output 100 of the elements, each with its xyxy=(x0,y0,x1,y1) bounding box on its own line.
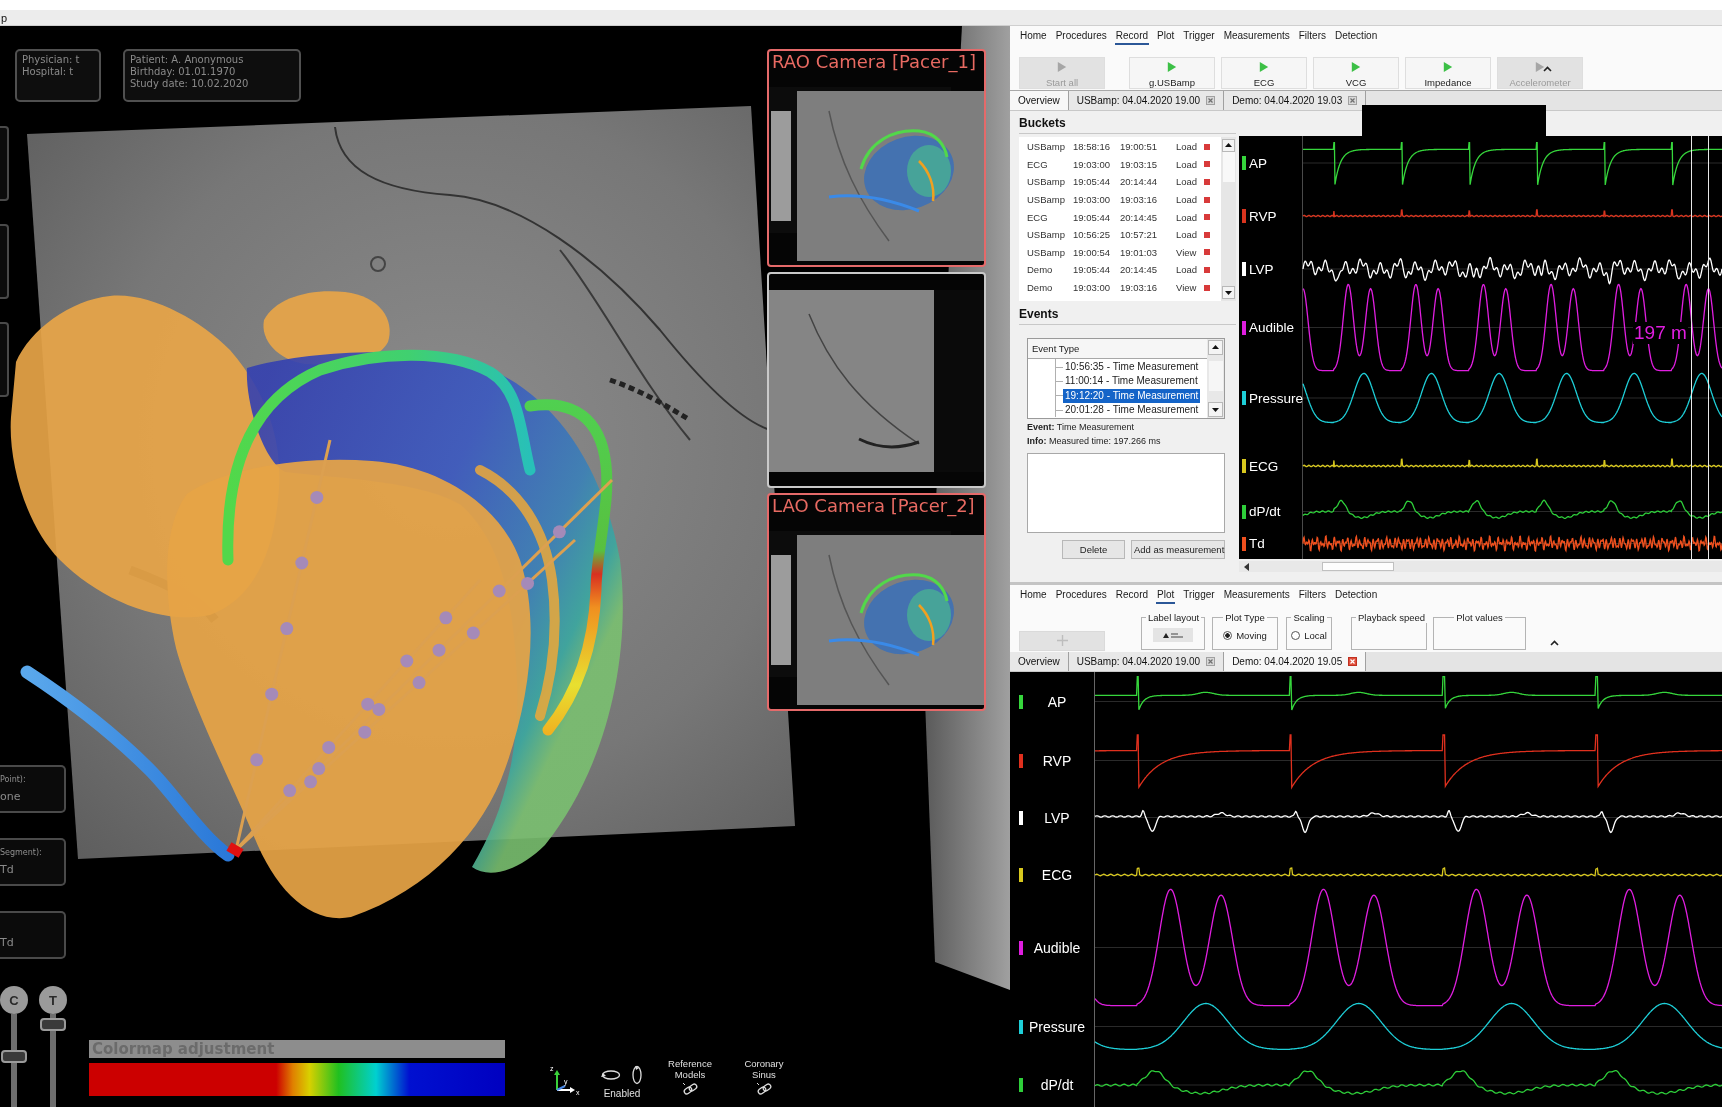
action-link[interactable]: Load xyxy=(1176,211,1204,223)
menu-tab[interactable]: Filters xyxy=(1297,587,1327,604)
play-icon xyxy=(1351,62,1361,72)
radio-icon[interactable] xyxy=(1223,630,1233,640)
toolbar-button[interactable]: Impedance xyxy=(1405,57,1491,89)
scroll-up-icon[interactable] xyxy=(1222,139,1235,152)
action-link[interactable]: Load xyxy=(1176,141,1204,153)
axes-icon xyxy=(554,1070,575,1093)
stop-icon[interactable] xyxy=(1204,161,1210,168)
event-detail: Info: Measured time: 197.266 ms xyxy=(1027,436,1162,447)
menu-tab[interactable]: Trigger xyxy=(1182,28,1216,45)
menu-tab[interactable]: Procedures xyxy=(1054,587,1108,604)
tab[interactable]: Overview xyxy=(1010,91,1069,110)
radio-option[interactable]: Moving xyxy=(1223,629,1267,641)
close-icon[interactable] xyxy=(1348,657,1358,666)
menu-tab[interactable]: Filters xyxy=(1297,28,1327,45)
menu-tab[interactable]: Trigger xyxy=(1182,587,1216,604)
table-cell-text: 19:03:00 xyxy=(1073,158,1111,170)
close-icon[interactable] xyxy=(1206,96,1216,105)
action-link[interactable]: Load xyxy=(1176,264,1204,276)
notes-field[interactable] xyxy=(1027,453,1225,533)
scrollbar-thumb[interactable] xyxy=(1222,152,1235,182)
menu-tab[interactable]: Home xyxy=(1019,587,1048,604)
action-button[interactable]: Delete xyxy=(1062,540,1125,559)
link-icon[interactable] xyxy=(755,1082,773,1096)
toggle-label[interactable]: Coronary Sinus xyxy=(737,1058,791,1080)
action-link[interactable]: View xyxy=(1176,246,1204,258)
close-icon[interactable] xyxy=(1348,96,1358,105)
scroll-left-icon[interactable] xyxy=(1242,561,1252,572)
action-link[interactable]: Load xyxy=(1176,176,1204,188)
toggle-label[interactable]: Reference Models xyxy=(663,1058,717,1080)
chevron-up-icon[interactable] xyxy=(1543,66,1552,72)
menu-tab[interactable]: Plot xyxy=(1156,587,1176,604)
table-cell-text: 10:56:25 xyxy=(1073,229,1111,241)
channel-label: RVP xyxy=(1041,752,1073,769)
close-icon[interactable] xyxy=(1206,657,1216,666)
tab[interactable]: Overview xyxy=(1010,652,1069,671)
stop-icon[interactable] xyxy=(1204,284,1210,291)
event-item[interactable]: 11:00:14 - Time Measurement xyxy=(1063,374,1200,389)
vertical-scrollbar[interactable] xyxy=(1221,137,1236,301)
tab[interactable]: USBamp: 04.04.2020 19.00 xyxy=(1068,91,1225,110)
radio-icon[interactable] xyxy=(1291,630,1301,640)
action-link[interactable]: Load xyxy=(1176,229,1204,241)
table-cell-text: 20:14:45 xyxy=(1120,264,1158,276)
table-cell-text: 19:01:03 xyxy=(1120,246,1158,258)
menu-tab[interactable]: Detection xyxy=(1334,587,1379,604)
scroll-up-icon[interactable] xyxy=(1208,340,1223,355)
scroll-down-icon[interactable] xyxy=(1222,286,1235,299)
event-item[interactable]: 20:01:28 - Time Measurement xyxy=(1063,403,1201,418)
table-cell-text: 18:58:16 xyxy=(1073,141,1111,153)
column-header[interactable]: Event Type xyxy=(1028,339,1207,359)
stop-icon[interactable] xyxy=(1204,231,1210,238)
info-text: Hospital: t xyxy=(22,66,75,78)
section-title: Buckets xyxy=(1019,116,1236,134)
play-icon xyxy=(1535,62,1545,72)
colormap-bar[interactable] xyxy=(89,1063,505,1096)
radio-option[interactable]: Local xyxy=(1291,629,1327,641)
info-text: Study date: 10.02.2020 xyxy=(130,78,250,90)
scrollbar-thumb[interactable] xyxy=(1322,562,1394,571)
menu-tab[interactable]: Plot xyxy=(1156,28,1176,45)
stop-icon[interactable] xyxy=(1204,266,1210,273)
menu-tab[interactable]: Procedures xyxy=(1054,28,1108,45)
action-link[interactable]: Load xyxy=(1176,194,1204,206)
rotate-vertical-icon[interactable] xyxy=(631,1065,643,1085)
play-icon xyxy=(1259,62,1269,72)
menu-tab[interactable]: Detection xyxy=(1334,28,1379,45)
tab[interactable]: Demo: 04.04.2020 19.05 xyxy=(1224,652,1367,671)
chevron-up-icon[interactable] xyxy=(1550,640,1559,646)
tab[interactable]: Demo: 04.04.2020 19.03 xyxy=(1224,91,1367,110)
horizontal-scrollbar[interactable] xyxy=(1239,561,1722,572)
toolbar-button[interactable]: VCG xyxy=(1313,57,1399,89)
event-item[interactable]: 19:12:20 - Time Measurement xyxy=(1063,388,1201,403)
slider-thumb[interactable] xyxy=(40,1018,66,1031)
slider-thumb[interactable] xyxy=(1,1050,27,1063)
menu-tab[interactable]: Record xyxy=(1114,587,1150,604)
camera-view[interactable] xyxy=(767,272,986,488)
tab[interactable]: USBamp: 04.04.2020 19.00 xyxy=(1068,652,1225,671)
menu-tab[interactable]: Home xyxy=(1019,28,1048,45)
scrollbar-thumb[interactable] xyxy=(1208,361,1223,391)
layout-button[interactable] xyxy=(1153,628,1193,642)
stop-icon[interactable] xyxy=(1204,214,1210,221)
event-item[interactable]: 10:56:35 - Time Measurement xyxy=(1063,360,1201,375)
rotate-horizontal-icon[interactable] xyxy=(601,1069,621,1081)
action-link[interactable]: Load xyxy=(1176,158,1204,170)
vertical-scrollbar[interactable] xyxy=(1207,339,1224,418)
link-icon[interactable] xyxy=(681,1082,699,1096)
action-link[interactable]: View xyxy=(1176,282,1204,294)
toolbar-button[interactable]: ECG xyxy=(1221,57,1307,89)
scroll-down-icon[interactable] xyxy=(1208,402,1223,417)
group-title: Playback speed xyxy=(1357,612,1427,623)
stop-icon[interactable] xyxy=(1204,143,1210,150)
camera-view[interactable]: RAO Camera [Pacer_1] xyxy=(767,49,986,267)
camera-view[interactable]: LAO Camera [Pacer_2] xyxy=(767,493,986,711)
stop-icon[interactable] xyxy=(1204,249,1210,256)
toolbar-button[interactable]: g.USBamp xyxy=(1129,57,1215,89)
menu-tab[interactable]: Record xyxy=(1114,28,1150,45)
menu-tab[interactable]: Measurements xyxy=(1222,587,1291,604)
menu-tab[interactable]: Measurements xyxy=(1222,28,1291,45)
action-button[interactable]: Add as measurement xyxy=(1131,540,1225,559)
stop-icon[interactable] xyxy=(1204,196,1210,203)
